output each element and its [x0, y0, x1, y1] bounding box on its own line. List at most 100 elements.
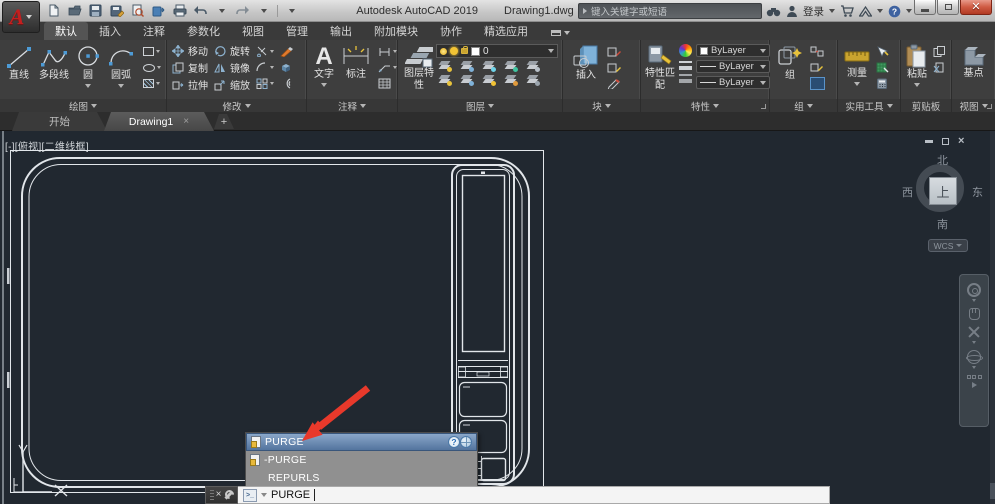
- exchange-dropdown-icon[interactable]: [877, 9, 883, 13]
- tab-output[interactable]: 输出: [319, 22, 363, 40]
- sign-in-link[interactable]: 登录: [803, 4, 824, 19]
- group-selection-toggle[interactable]: [810, 77, 825, 90]
- block-attributes-icon[interactable]: [607, 77, 621, 90]
- redo-icon[interactable]: [235, 3, 250, 18]
- search-input[interactable]: 键入关键字或短语: [578, 3, 762, 19]
- base-point-tool[interactable]: 基点: [961, 40, 987, 80]
- open-folder-icon[interactable]: [67, 3, 82, 18]
- quick-calc-grid-icon[interactable]: [876, 61, 889, 74]
- viewport-close-icon[interactable]: ×: [958, 136, 964, 147]
- viewport-minimize-icon[interactable]: [925, 140, 933, 143]
- layer-prev-icon[interactable]: [526, 75, 540, 86]
- layer-match-icon[interactable]: [526, 61, 540, 72]
- explode-tool-icon[interactable]: [280, 61, 293, 74]
- tab-featured-apps[interactable]: 精选应用: [473, 22, 539, 40]
- move-tool[interactable]: 移动: [172, 42, 208, 59]
- copy-tool[interactable]: 复制: [172, 59, 208, 76]
- tab-addins[interactable]: 附加模块: [363, 22, 429, 40]
- restore-button[interactable]: [937, 0, 959, 15]
- dimension-tool[interactable]: 标注: [341, 40, 371, 81]
- lineweight-dropdown[interactable]: ByLayer: [696, 60, 770, 73]
- circle-dropdown-icon[interactable]: [85, 84, 91, 88]
- showmotion-icon[interactable]: [967, 375, 982, 388]
- ribbon-display-toggle[interactable]: [547, 26, 574, 40]
- viewcube-east[interactable]: 东: [972, 184, 983, 200]
- panel-label-modify[interactable]: 修改: [167, 99, 306, 112]
- minimize-button[interactable]: [914, 0, 936, 15]
- layer-select-dropdown[interactable]: 0: [436, 44, 558, 58]
- trim-tool-icon[interactable]: [256, 45, 274, 58]
- circle-tool[interactable]: 圆: [75, 40, 101, 88]
- group-edit-icon[interactable]: [810, 61, 825, 74]
- arc-dropdown-icon[interactable]: [118, 84, 124, 88]
- hatch-tool-icon[interactable]: [143, 77, 161, 90]
- linetype-icon[interactable]: [679, 74, 692, 83]
- drawing-viewport[interactable]: [-][俯视][二维线框]: [0, 131, 995, 504]
- object-color-dropdown[interactable]: ByLayer: [696, 44, 770, 57]
- layer-unlock2-icon[interactable]: [504, 75, 518, 86]
- recent-commands-caret-icon[interactable]: [261, 493, 267, 497]
- panel-label-clipboard[interactable]: 剪贴板: [901, 99, 951, 112]
- user-icon[interactable]: [786, 5, 798, 17]
- new-drawing-tab-button[interactable]: +: [214, 114, 234, 129]
- create-block-icon[interactable]: [607, 45, 621, 58]
- command-customize-icon[interactable]: [223, 490, 233, 500]
- panel-label-group[interactable]: 组: [770, 99, 837, 112]
- layer-lock-icon[interactable]: [504, 61, 518, 72]
- stretch-tool[interactable]: 拉伸: [172, 76, 208, 93]
- wcs-dropdown[interactable]: WCS: [928, 239, 968, 252]
- layer-off-icon[interactable]: [438, 61, 452, 72]
- popup-item-repurls[interactable]: REPURLS: [246, 469, 477, 487]
- match-properties-button[interactable]: 特性匹配: [645, 40, 675, 91]
- tab-manage[interactable]: 管理: [275, 22, 319, 40]
- viewcube-north[interactable]: 北: [937, 152, 948, 168]
- quick-select-icon[interactable]: [876, 45, 889, 58]
- text-dropdown-icon[interactable]: [321, 83, 327, 87]
- application-menu-button[interactable]: A: [2, 1, 40, 33]
- cut-clip-icon[interactable]: [933, 61, 946, 74]
- panel-label-utilities[interactable]: 实用工具: [838, 99, 900, 112]
- dimension-style-icon[interactable]: [378, 45, 397, 58]
- leader-icon[interactable]: [378, 61, 397, 74]
- layer-thaw2-icon[interactable]: [482, 75, 496, 86]
- copy-clip-icon[interactable]: [933, 45, 946, 58]
- command-input[interactable]: PURGE: [238, 486, 830, 504]
- redo-dropdown-icon[interactable]: [256, 3, 271, 18]
- viewcube-west[interactable]: 西: [902, 184, 913, 200]
- text-tool[interactable]: A 文字: [314, 40, 334, 87]
- array-tool-icon[interactable]: [256, 77, 274, 90]
- lineweight-icon[interactable]: [679, 61, 692, 70]
- scrollbar-thumb[interactable]: [990, 483, 995, 499]
- help-dropdown-icon[interactable]: [906, 9, 912, 13]
- ellipse-tool-icon[interactable]: [143, 61, 161, 74]
- plot-preview-icon[interactable]: [130, 3, 145, 18]
- layer-on2-icon[interactable]: [438, 75, 452, 86]
- polyline-tool[interactable]: 多段线: [39, 40, 69, 82]
- undo-icon[interactable]: [193, 3, 208, 18]
- orbit-icon[interactable]: [967, 350, 981, 369]
- table-icon[interactable]: [378, 77, 397, 90]
- help-icon[interactable]: ?: [888, 5, 901, 18]
- layer-freeze-icon[interactable]: [482, 61, 496, 72]
- color-wheel-icon[interactable]: [679, 44, 692, 57]
- paste-dropdown-icon[interactable]: [914, 83, 920, 87]
- ungroup-icon[interactable]: [810, 45, 825, 58]
- mirror-tool[interactable]: 镜像: [214, 59, 250, 76]
- offset-tool-icon[interactable]: [280, 77, 293, 90]
- navigation-wheel-icon[interactable]: [967, 283, 981, 302]
- erase-tool-icon[interactable]: [280, 45, 293, 58]
- zoom-extents-icon[interactable]: [968, 326, 981, 344]
- properties-dialog-launcher[interactable]: [761, 104, 766, 109]
- measure-dropdown-icon[interactable]: [854, 82, 860, 86]
- viewcube-top-face[interactable]: 上: [929, 177, 957, 205]
- search-history-icon[interactable]: [583, 8, 587, 14]
- fillet-tool-icon[interactable]: [256, 61, 274, 74]
- tab-insert[interactable]: 插入: [88, 22, 132, 40]
- print-icon[interactable]: [172, 3, 187, 18]
- layer-isolate-icon[interactable]: [460, 61, 474, 72]
- rotate-tool[interactable]: 旋转: [214, 42, 250, 59]
- file-tab-drawing1[interactable]: Drawing1 ×: [104, 112, 214, 131]
- linetype-dropdown[interactable]: ByLayer: [696, 76, 770, 89]
- new-file-icon[interactable]: [46, 3, 61, 18]
- signin-dropdown-icon[interactable]: [829, 9, 835, 13]
